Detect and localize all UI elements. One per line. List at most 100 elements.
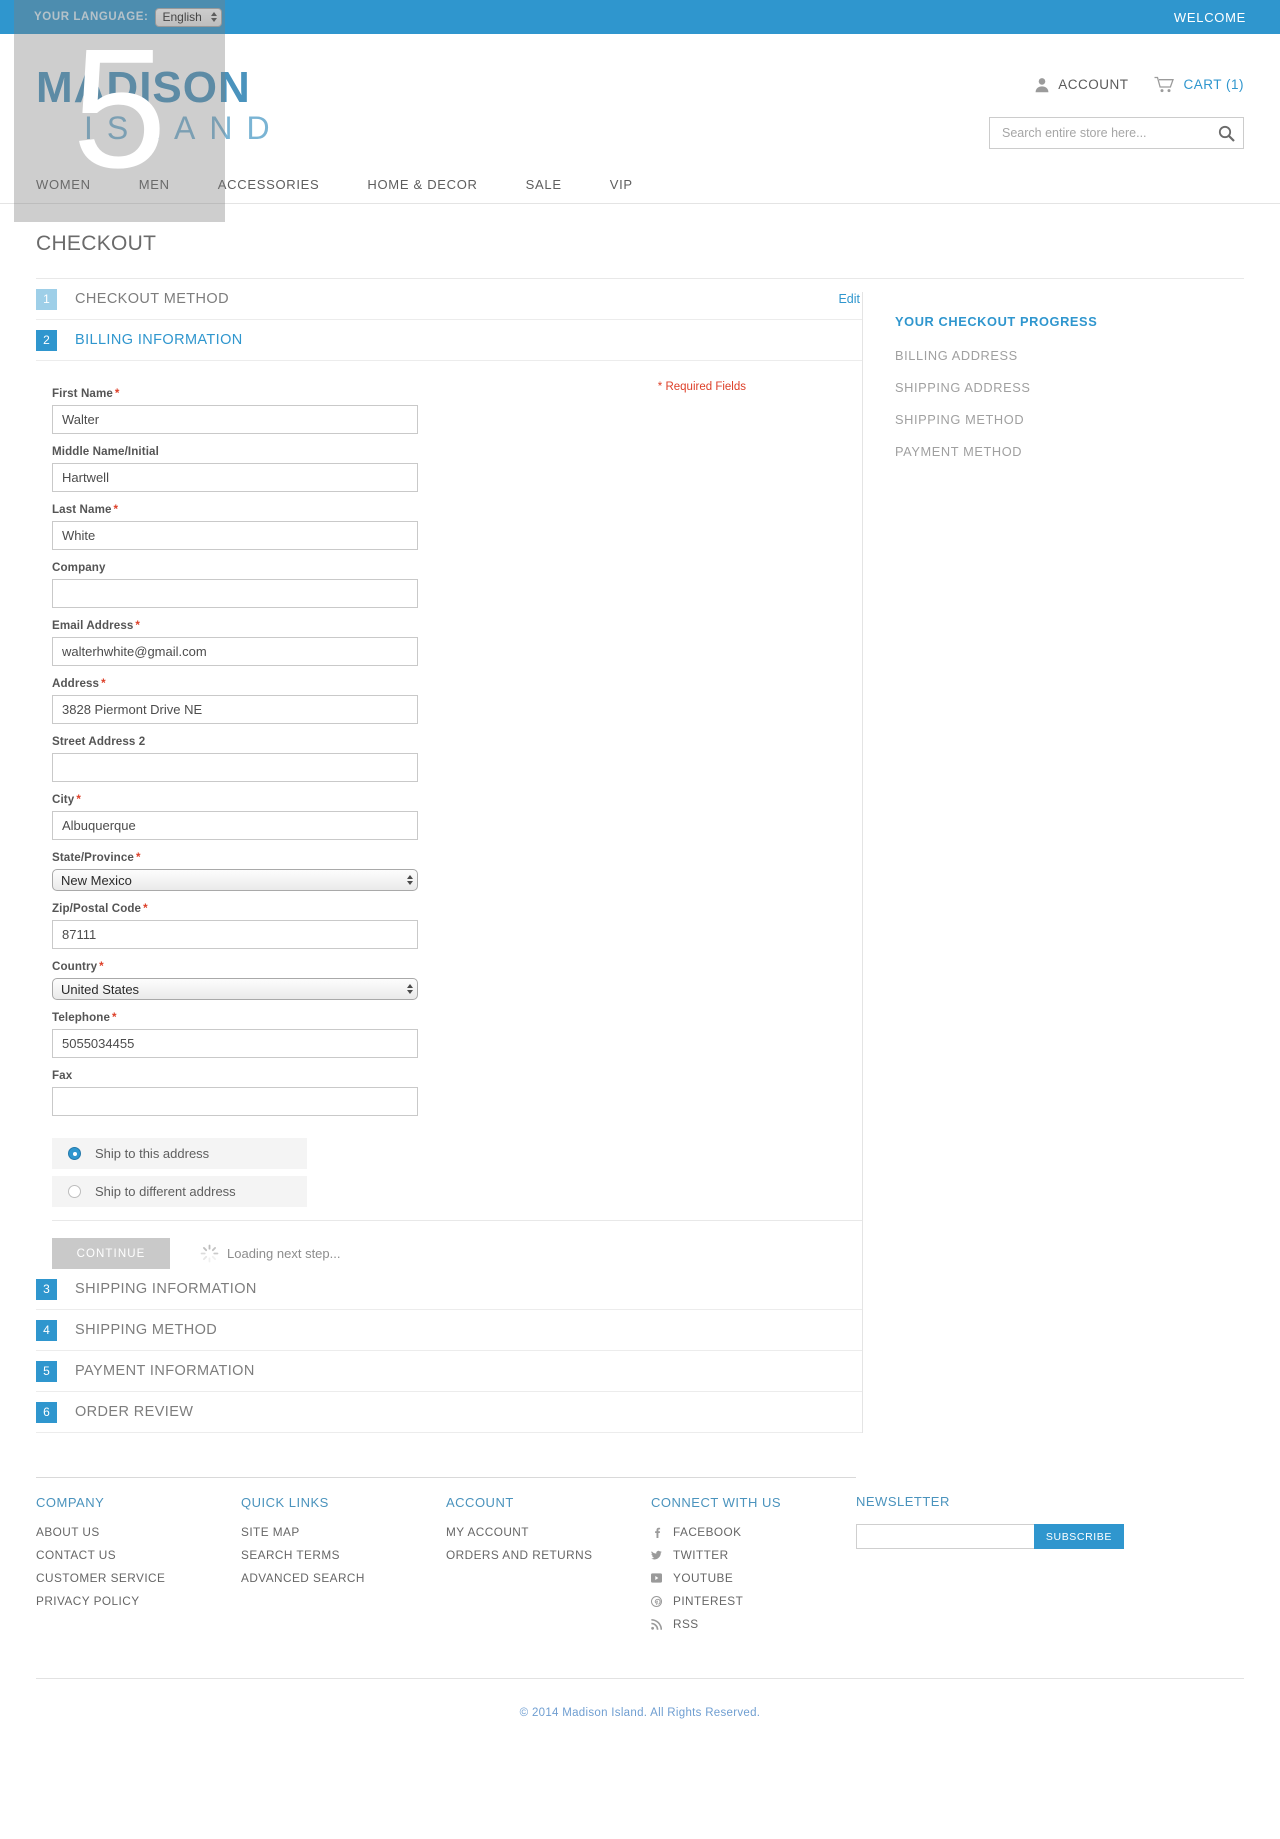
ship-to-different-address-option[interactable]: Ship to different address: [52, 1176, 307, 1207]
footer-link-site-map[interactable]: SITE MAP: [241, 1525, 446, 1539]
footer-columns: COMPANY ABOUT US CONTACT US CUSTOMER SER…: [36, 1463, 1244, 1640]
radio-unselected-icon: [68, 1185, 81, 1198]
copyright-text: © 2014 Madison Island. All Rights Reserv…: [519, 1707, 761, 1719]
first-name-input[interactable]: [52, 405, 418, 434]
nav-item-vip[interactable]: VIP: [610, 177, 633, 192]
site-logo[interactable]: MADISON ISLAND: [36, 66, 284, 145]
street-address-2-input[interactable]: [52, 753, 418, 782]
billing-form-actions: CONTINUE Loading next step...: [52, 1220, 862, 1269]
nav-item-accessories[interactable]: ACCESSORIES: [218, 177, 320, 192]
footer-link-my-account[interactable]: MY ACCOUNT: [446, 1525, 651, 1539]
field-zip: Zip/Postal Code *: [52, 902, 862, 949]
address-input[interactable]: [52, 695, 418, 724]
billing-form: * Required Fields First Name* Middle Nam…: [36, 361, 862, 1269]
footer-column-company: COMPANY ABOUT US CONTACT US CUSTOMER SER…: [36, 1477, 241, 1640]
page-content: CHECKOUT 1 CHECKOUT METHOD Edit 2 BILLIN…: [0, 204, 1280, 1433]
checkout-step-order-review[interactable]: 6 ORDER REVIEW: [36, 1392, 862, 1433]
step-number: 2: [36, 329, 57, 351]
step-number: 5: [36, 1360, 57, 1382]
account-link[interactable]: ACCOUNT: [1034, 77, 1128, 93]
field-label: Company: [52, 561, 106, 574]
facebook-icon: [651, 1527, 662, 1538]
field-address: Address *: [52, 677, 862, 724]
cart-link[interactable]: CART (1): [1154, 76, 1244, 93]
state-select-shell[interactable]: New Mexico: [52, 869, 418, 891]
search-input[interactable]: [1000, 125, 1218, 141]
footer-link-contact-us[interactable]: CONTACT US: [36, 1548, 241, 1562]
social-label: TWITTER: [673, 1548, 729, 1562]
field-label: City *: [52, 793, 81, 806]
footer-heading-company: COMPANY: [36, 1477, 241, 1510]
social-link-twitter[interactable]: TWITTER: [651, 1548, 856, 1562]
city-input[interactable]: [52, 811, 418, 840]
field-label: Middle Name/Initial: [52, 445, 159, 458]
footer-heading-account: ACCOUNT: [446, 1477, 651, 1510]
footer-column-connect: CONNECT WITH US FACEBOOK TWITTER YOUTUBE…: [651, 1477, 856, 1640]
user-icon: [1034, 77, 1050, 93]
footer-column-account: ACCOUNT MY ACCOUNT ORDERS AND RETURNS: [446, 1477, 651, 1640]
last-name-input[interactable]: [52, 521, 418, 550]
required-fields-note: * Required Fields: [657, 381, 746, 393]
field-label: Fax: [52, 1069, 73, 1082]
newsletter-email-input[interactable]: [856, 1524, 1034, 1549]
footer-list-quick-links: SITE MAP SEARCH TERMS ADVANCED SEARCH: [241, 1525, 446, 1585]
search-box[interactable]: [989, 117, 1244, 149]
telephone-input[interactable]: [52, 1029, 418, 1058]
country-select[interactable]: United States: [52, 978, 418, 1000]
footer-link-customer-service[interactable]: CUSTOMER SERVICE: [36, 1571, 241, 1585]
field-last-name: Last Name *: [52, 503, 862, 550]
social-link-pinterest[interactable]: PINTEREST: [651, 1594, 856, 1608]
youtube-icon: [651, 1573, 662, 1583]
zip-input[interactable]: [52, 920, 418, 949]
social-link-youtube[interactable]: YOUTUBE: [651, 1571, 856, 1585]
continue-button[interactable]: CONTINUE: [52, 1238, 170, 1269]
language-select-shell[interactable]: English: [155, 7, 223, 27]
field-first-name: First Name *: [52, 387, 862, 434]
email-input[interactable]: [52, 637, 418, 666]
footer-link-search-terms[interactable]: SEARCH TERMS: [241, 1548, 446, 1562]
checkout-step-checkout-method[interactable]: 1 CHECKOUT METHOD Edit: [36, 279, 862, 320]
footer-link-about-us[interactable]: ABOUT US: [36, 1525, 241, 1539]
loading-text: Loading next step...: [227, 1246, 341, 1261]
checkout-main-column: 1 CHECKOUT METHOD Edit 2 BILLING INFORMA…: [36, 279, 862, 1433]
newsletter-form: SUBSCRIBE: [856, 1524, 1124, 1549]
language-switcher[interactable]: YOUR LANGUAGE: English: [34, 7, 223, 27]
field-middle-name: Middle Name/Initial: [52, 445, 862, 492]
pinterest-icon: [651, 1595, 662, 1607]
nav-item-women[interactable]: WOMEN: [36, 177, 91, 192]
nav-item-home-decor[interactable]: HOME & DECOR: [367, 177, 477, 192]
footer-link-orders-and-returns[interactable]: ORDERS AND RETURNS: [446, 1548, 651, 1562]
main-nav: WOMEN MEN ACCESSORIES HOME & DECOR SALE …: [0, 166, 1280, 204]
checkout-step-shipping-information[interactable]: 3 SHIPPING INFORMATION: [36, 1269, 862, 1310]
state-select[interactable]: New Mexico: [52, 869, 418, 891]
social-link-facebook[interactable]: FACEBOOK: [651, 1525, 856, 1539]
checkout-step-payment-information[interactable]: 5 PAYMENT INFORMATION: [36, 1351, 862, 1392]
social-label: RSS: [673, 1617, 699, 1631]
company-input[interactable]: [52, 579, 418, 608]
fax-input[interactable]: [52, 1087, 418, 1116]
newsletter-subscribe-button[interactable]: SUBSCRIBE: [1033, 1524, 1124, 1549]
field-email: Email Address *: [52, 619, 862, 666]
progress-item-billing-address: BILLING ADDRESS: [895, 348, 1018, 363]
language-select[interactable]: English: [155, 7, 223, 27]
ship-to-this-address-option[interactable]: Ship to this address: [52, 1138, 307, 1169]
footer-link-advanced-search[interactable]: ADVANCED SEARCH: [241, 1571, 446, 1585]
nav-item-sale[interactable]: SALE: [526, 177, 562, 192]
edit-checkout-method-link[interactable]: Edit: [838, 292, 860, 306]
social-link-rss[interactable]: RSS: [651, 1617, 856, 1631]
language-label: YOUR LANGUAGE:: [34, 11, 149, 23]
social-label: YOUTUBE: [673, 1571, 734, 1585]
field-city: City *: [52, 793, 862, 840]
country-select-shell[interactable]: United States: [52, 978, 418, 1000]
header-links: ACCOUNT CART (1): [1034, 76, 1244, 93]
field-street-address-2: Street Address 2: [52, 735, 862, 782]
nav-item-men[interactable]: MEN: [139, 177, 170, 192]
middle-name-input[interactable]: [52, 463, 418, 492]
footer-link-privacy-policy[interactable]: PRIVACY POLICY: [36, 1594, 241, 1608]
twitter-icon: [651, 1550, 662, 1561]
checkout-step-billing-information[interactable]: 2 BILLING INFORMATION: [36, 320, 862, 361]
ship-to-this-address-label: Ship to this address: [95, 1146, 210, 1161]
checkout-step-shipping-method[interactable]: 4 SHIPPING METHOD: [36, 1310, 862, 1351]
search-icon[interactable]: [1218, 125, 1235, 142]
rss-icon: [651, 1618, 662, 1630]
